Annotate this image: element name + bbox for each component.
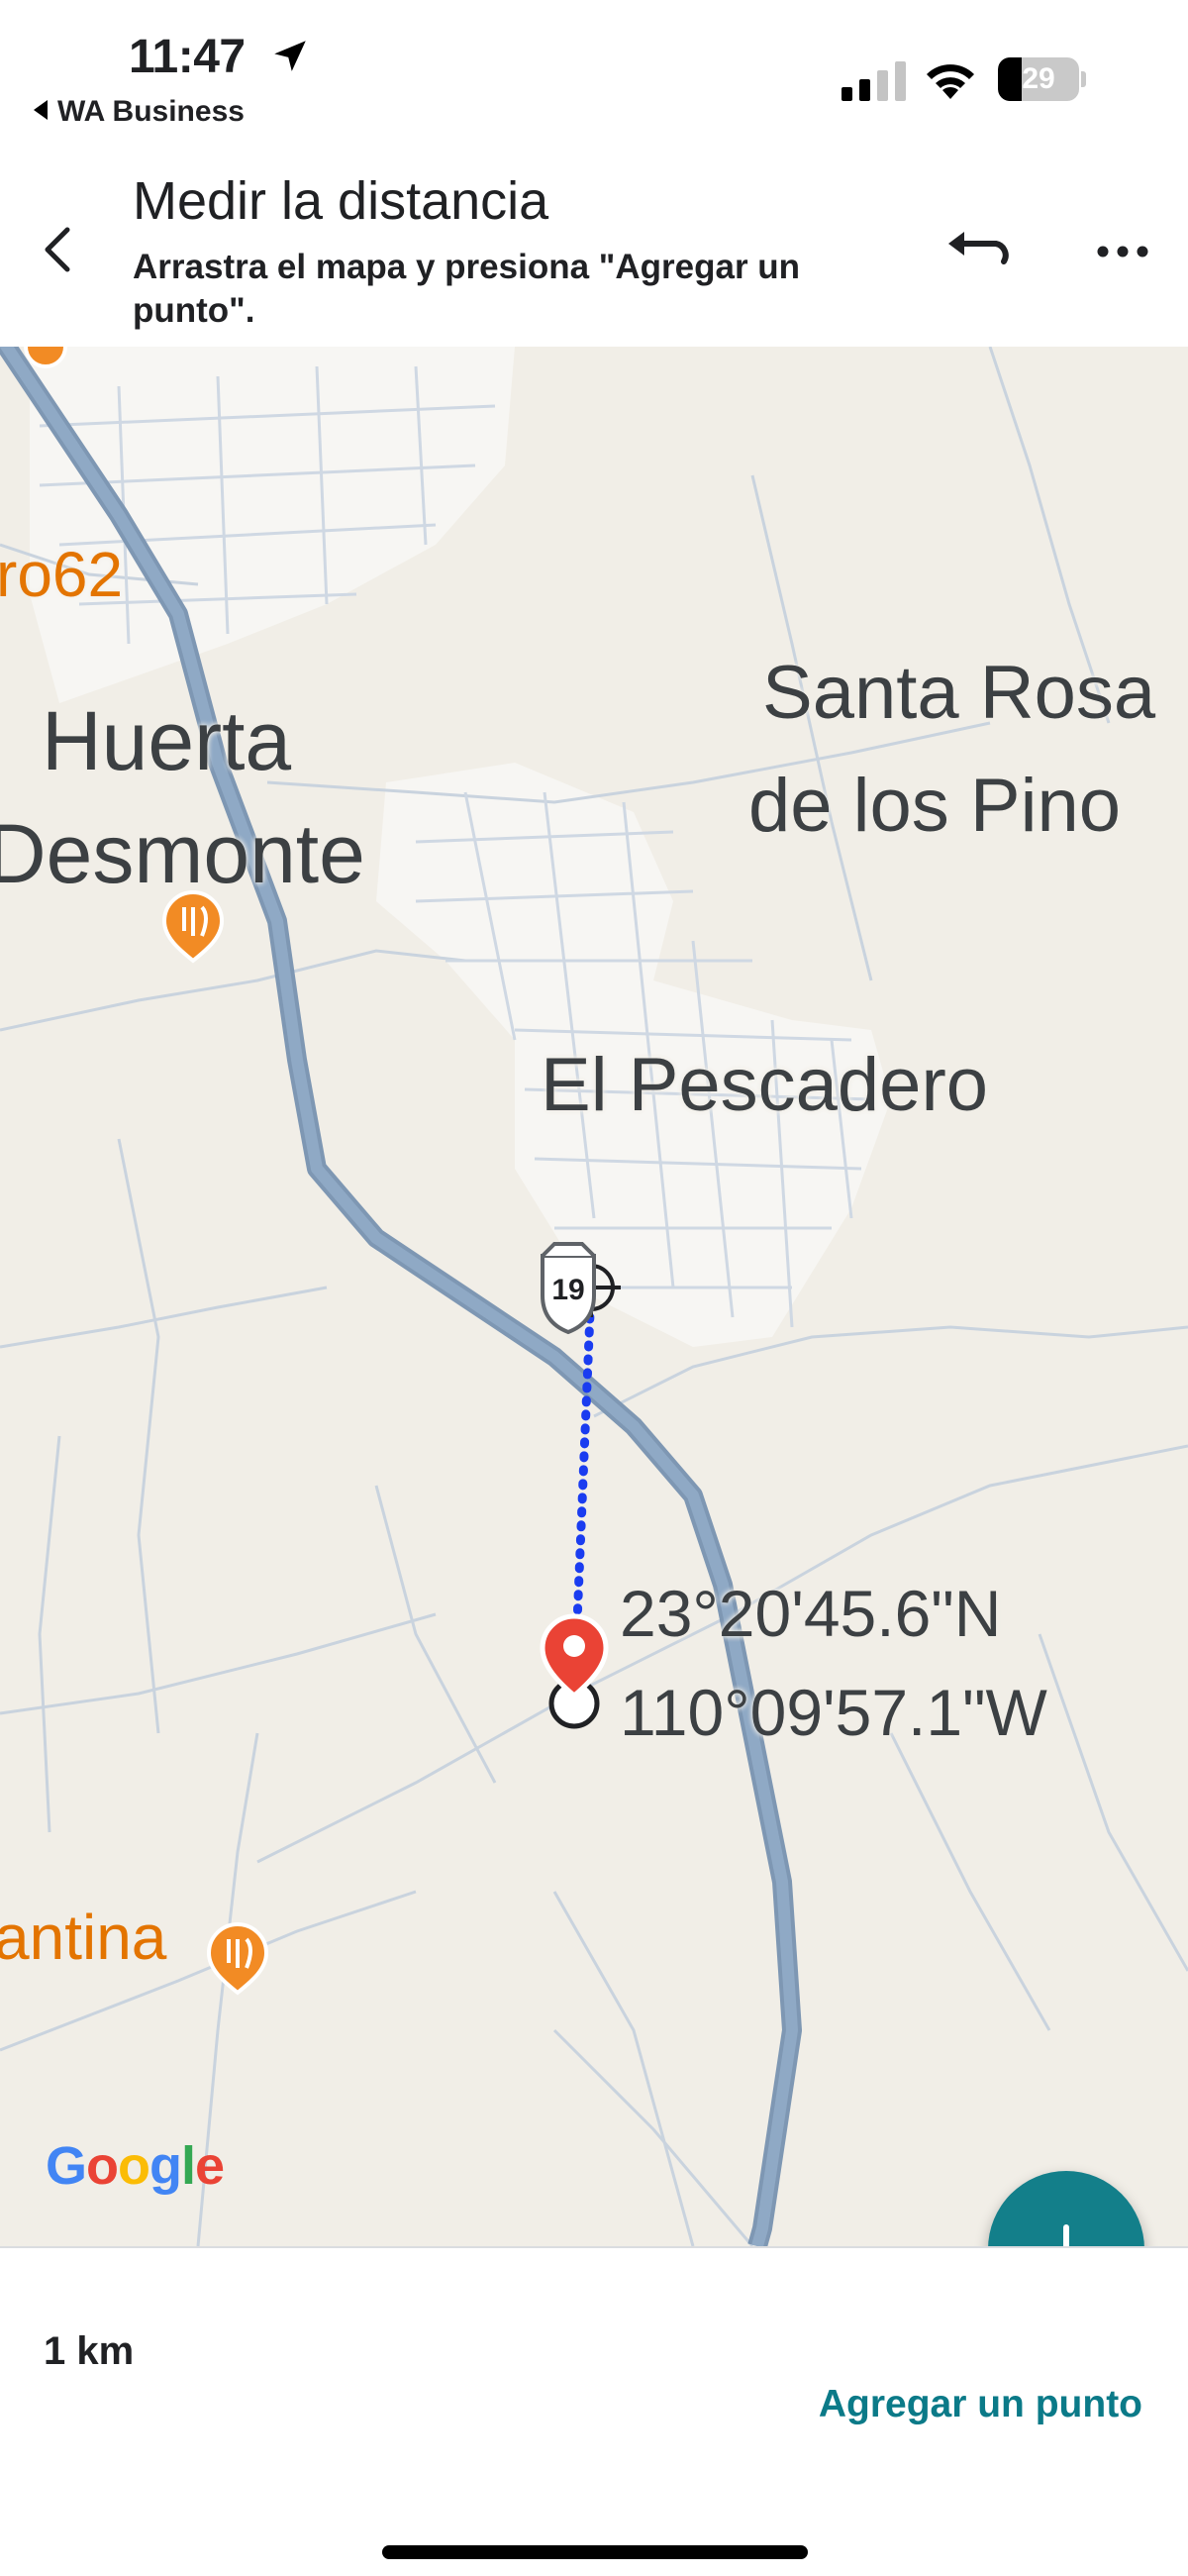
add-point-button[interactable]: Agregar un punto: [819, 2383, 1142, 2426]
status-time: 11:47: [129, 31, 246, 83]
map-canvas: [0, 347, 1188, 2246]
back-triangle-icon: [34, 100, 48, 120]
place-label-huerta: Huerta: [42, 694, 292, 787]
place-label-de-los-pinos: de los Pino: [748, 764, 1122, 848]
page-title: Medir la distancia: [133, 171, 549, 231]
battery-indicator: 29: [998, 57, 1086, 101]
coordinate-longitude: 110°09'57.1"W: [620, 1676, 1047, 1749]
restaurant-icon[interactable]: [206, 1922, 269, 1996]
page-subtitle: Arrastra el mapa y presiona "Agregar un …: [133, 248, 801, 330]
poi-label-restaurant[interactable]: antina: [0, 1906, 166, 1969]
distance-value: 1 km: [44, 2329, 135, 2373]
back-app-label: WA Business: [57, 95, 245, 128]
back-to-app-link[interactable]: WA Business: [34, 95, 245, 129]
location-arrow-icon: [274, 41, 306, 71]
map-view[interactable]: ro62 Huerta Desmonte Santa Rosa de los P…: [0, 347, 1188, 2246]
place-label-desmonte: Desmonte: [0, 807, 365, 900]
restaurant-icon[interactable]: [161, 890, 225, 964]
poi-label-restaurant[interactable]: ro62: [0, 543, 123, 606]
coordinate-latitude: 23°20'45.6"N: [620, 1577, 1002, 1650]
cellular-signal-icon: [842, 61, 906, 101]
wifi-icon: [927, 64, 974, 99]
google-logo: Google: [46, 2136, 225, 2196]
status-bar: 11:47 WA Business 29: [0, 0, 1188, 149]
back-arrow-icon[interactable]: [28, 218, 91, 281]
undo-icon[interactable]: [942, 222, 1012, 281]
home-indicator[interactable]: [382, 2545, 808, 2559]
highway-number: 19: [551, 1274, 585, 1306]
place-label-santa-rosa: Santa Rosa: [762, 651, 1156, 735]
battery-percent: 29: [1022, 62, 1055, 95]
place-label-el-pescadero: El Pescadero: [541, 1043, 989, 1127]
top-app-bar: Medir la distancia Arrastra el mapa y pr…: [0, 149, 1188, 347]
bottom-sheet: 1 km Agregar un punto: [0, 2246, 1188, 2576]
more-options-icon[interactable]: [1093, 232, 1152, 271]
